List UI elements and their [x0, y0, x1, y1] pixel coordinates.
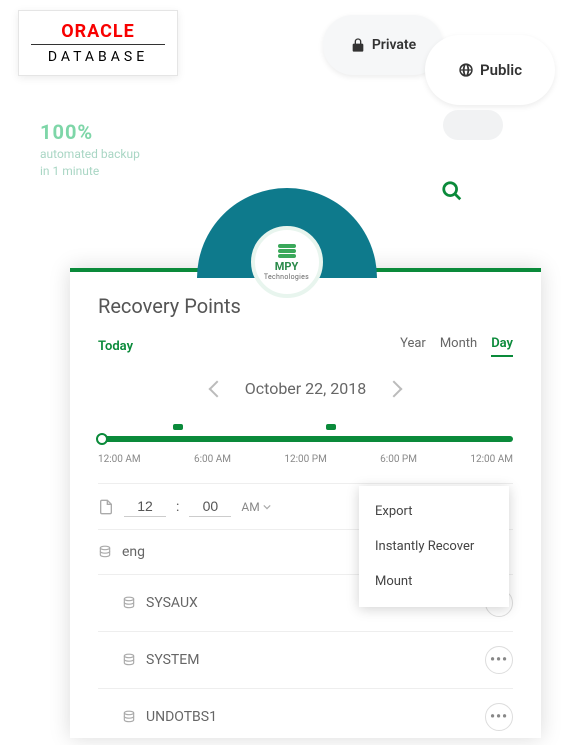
mpy-badge: MPY Technologies	[251, 226, 323, 298]
database-icon	[122, 709, 136, 725]
tick: 12:00 AM	[470, 454, 513, 465]
tab-year[interactable]: Year	[400, 336, 426, 357]
tree-root-label: eng	[122, 544, 145, 560]
tree-child-label: SYSTEM	[146, 652, 199, 668]
menu-export[interactable]: Export	[359, 494, 509, 529]
recovery-point-mark[interactable]	[173, 424, 183, 430]
prev-day-button[interactable]	[208, 380, 225, 397]
next-day-button[interactable]	[386, 380, 403, 397]
tick: 6:00 AM	[194, 454, 231, 465]
oracle-database-logo: ORACLE DATABASE	[18, 10, 178, 76]
menu-instantly-recover[interactable]: Instantly Recover	[359, 529, 509, 564]
current-date: October 22, 2018	[245, 379, 367, 398]
more-button[interactable]: •••	[485, 646, 513, 674]
mpy-sub: Technologies	[264, 273, 309, 281]
blurb-line2: automated backup	[40, 146, 200, 163]
tree-child-label: UNDOTBS1	[146, 709, 217, 725]
chevron-down-icon	[263, 503, 271, 511]
context-menu: Export Instantly Recover Mount	[359, 486, 509, 607]
tab-month[interactable]: Month	[440, 336, 477, 357]
private-label: Private	[372, 37, 416, 53]
tab-day[interactable]: Day	[491, 336, 513, 357]
tree-child-label: SYSAUX	[146, 595, 198, 611]
tree-child-row[interactable]: SYSTEM •••	[98, 631, 513, 688]
oracle-sub: DATABASE	[31, 44, 165, 65]
mpy-logo-wrap: MPY Technologies	[197, 188, 377, 278]
tick: 12:00 PM	[284, 454, 326, 465]
log-file-icon	[98, 498, 114, 516]
lock-icon	[350, 37, 366, 53]
blurb-line1: 100%	[40, 118, 200, 146]
database-icon	[98, 544, 112, 560]
globe-icon	[458, 62, 474, 78]
ampm-label: AM	[241, 500, 259, 514]
date-nav: October 22, 2018	[98, 379, 513, 398]
database-icon	[122, 652, 136, 668]
tick: 12:00 AM	[98, 454, 141, 465]
oracle-name: ORACLE	[31, 21, 165, 42]
panel-title: Recovery Points	[98, 294, 513, 318]
timeline-cursor[interactable]	[96, 433, 108, 445]
public-label: Public	[480, 61, 522, 79]
hour-input[interactable]	[124, 496, 166, 517]
menu-mount[interactable]: Mount	[359, 564, 509, 599]
timeline-track	[98, 436, 513, 442]
blurb-line3: in 1 minute	[40, 163, 200, 180]
time-sep: :	[176, 499, 179, 515]
search-icon	[441, 180, 463, 202]
small-cloud	[443, 110, 503, 140]
backup-blurb: 100% automated backup in 1 minute	[40, 118, 200, 180]
mpy-name: MPY	[275, 260, 299, 273]
public-cloud: Public	[425, 35, 555, 105]
stack-icon	[278, 244, 296, 258]
today-link[interactable]: Today	[98, 339, 133, 354]
time-row: : AM Export Instantly Recover Mount	[98, 483, 513, 529]
more-button[interactable]: •••	[485, 703, 513, 731]
timeline[interactable]	[98, 416, 513, 448]
tick: 6:00 PM	[380, 454, 417, 465]
recovery-point-mark[interactable]	[326, 424, 336, 430]
ampm-select[interactable]: AM	[241, 500, 270, 514]
recovery-panel: Recovery Points Today Year Month Day Oct…	[70, 268, 541, 738]
database-icon	[122, 595, 136, 611]
tree-child-row[interactable]: UNDOTBS1 •••	[98, 688, 513, 745]
tick-labels: 12:00 AM 6:00 AM 12:00 PM 6:00 PM 12:00 …	[98, 454, 513, 465]
range-tabs: Year Month Day	[400, 336, 513, 357]
minute-input[interactable]	[189, 496, 231, 517]
